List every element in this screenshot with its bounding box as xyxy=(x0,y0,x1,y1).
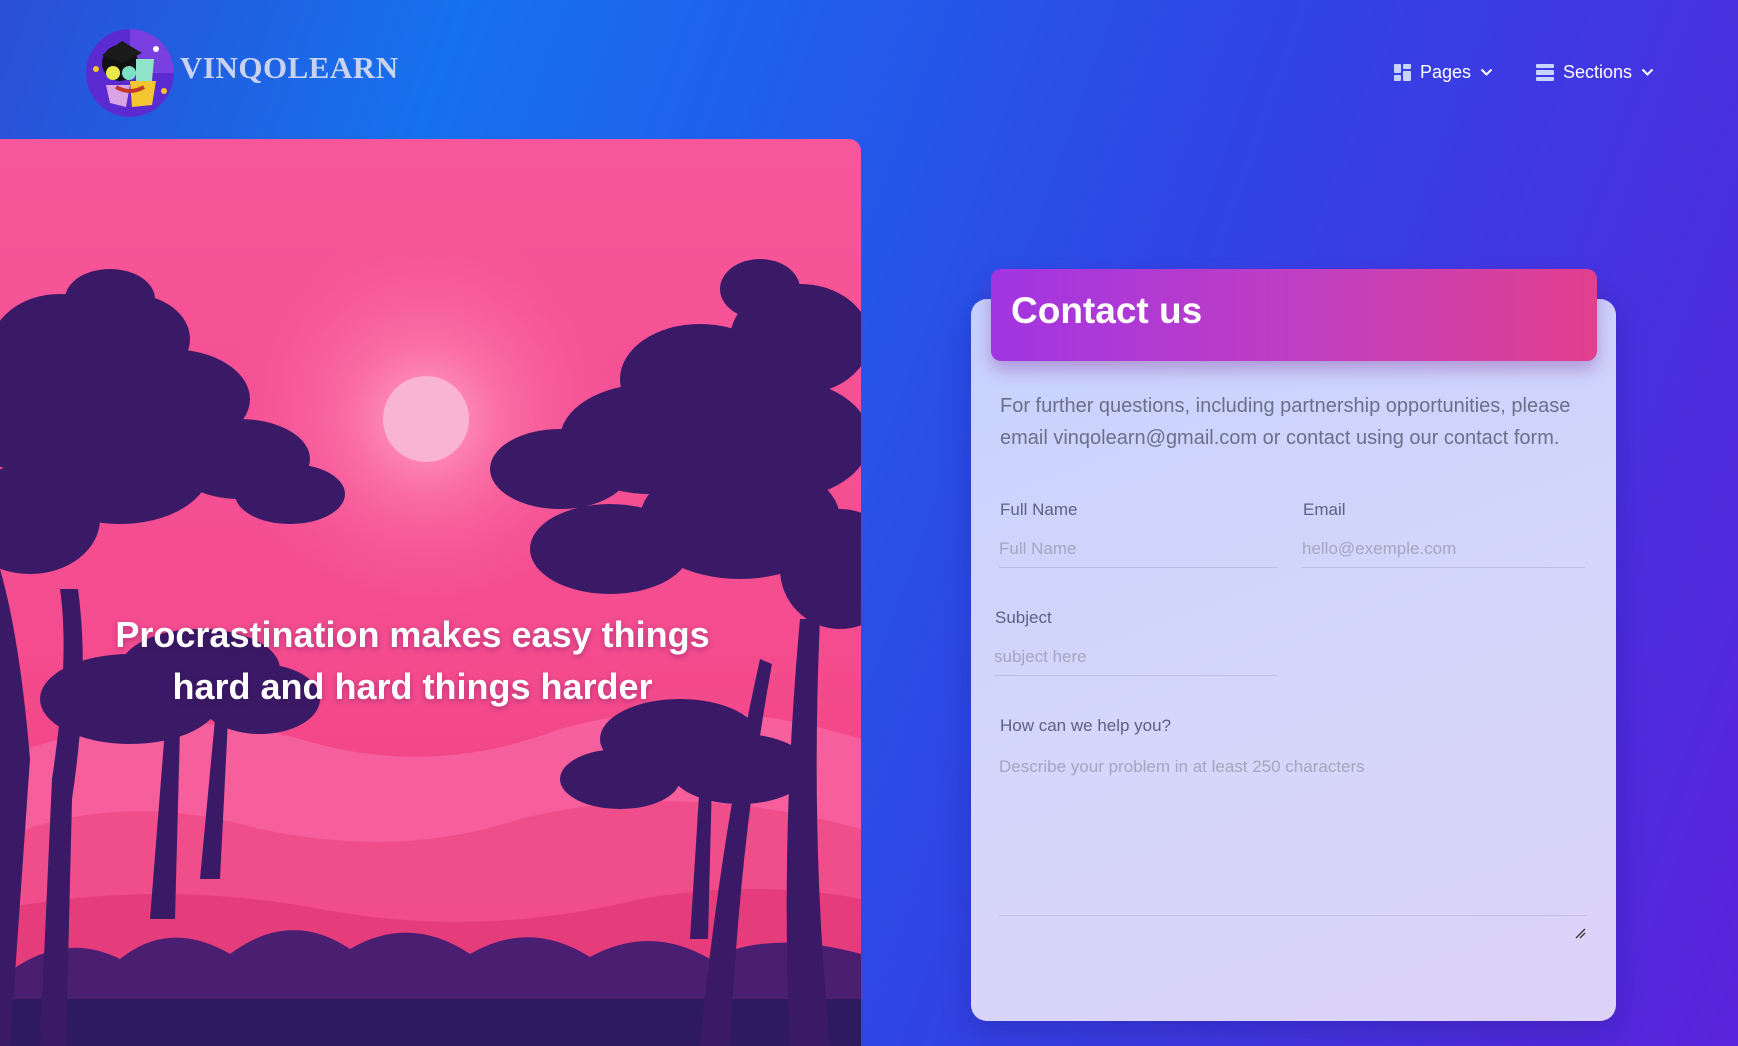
nav-pages-dropdown[interactable]: Pages xyxy=(1394,60,1493,84)
full-name-label: Full Name xyxy=(1000,500,1078,519)
hero-quote-line-2: hard and hard things harder xyxy=(172,666,653,707)
navbar: VINQOLEARN Pages Sections xyxy=(0,0,1738,140)
nav-sections-dropdown[interactable]: Sections xyxy=(1536,60,1654,84)
full-name-input[interactable] xyxy=(999,530,1277,568)
contact-title: Contact us xyxy=(1011,290,1203,331)
message-label: How can we help you? xyxy=(1000,716,1172,735)
brand-logo[interactable] xyxy=(86,29,174,117)
nav-sections-label: Sections xyxy=(1563,61,1633,82)
dashboard-grid-icon xyxy=(1394,63,1411,81)
contact-description: For further questions, including partner… xyxy=(1000,395,1571,449)
stacked-sections-icon xyxy=(1536,63,1554,81)
sunset-forest-illustration xyxy=(0,139,861,1046)
hero-image: Procrastination makes easy things hard a… xyxy=(0,139,861,1046)
email-label: Email xyxy=(1303,500,1346,519)
email-input[interactable] xyxy=(1302,530,1585,568)
chevron-down-icon xyxy=(1480,68,1493,77)
hero-quote: Procrastination makes easy things hard a… xyxy=(60,609,765,713)
nav-pages-label: Pages xyxy=(1420,61,1472,82)
subject-label: Subject xyxy=(995,608,1052,627)
brand-name[interactable]: VINQOLEARN xyxy=(180,50,399,86)
sun-icon xyxy=(383,376,469,462)
resize-handle-icon[interactable] xyxy=(1574,926,1586,939)
message-textarea[interactable] xyxy=(999,748,1587,916)
chevron-down-icon xyxy=(1641,68,1654,77)
hero-quote-line-1: Procrastination makes easy things xyxy=(115,614,710,655)
subject-input[interactable] xyxy=(994,638,1277,676)
